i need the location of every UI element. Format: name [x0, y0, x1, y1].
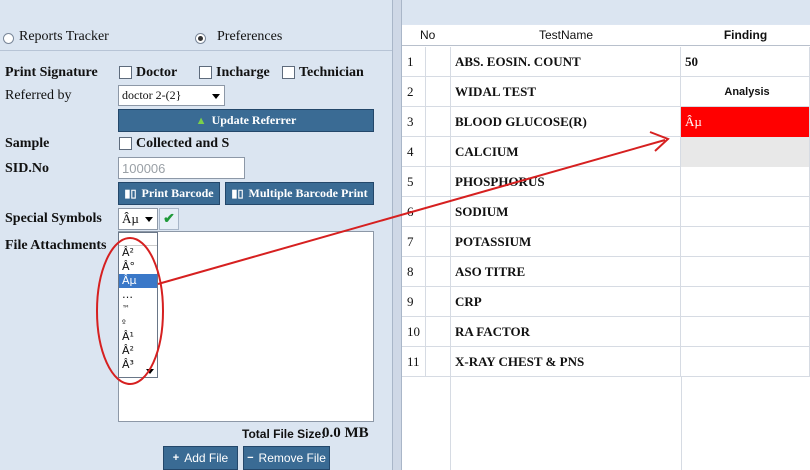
annotation-overlay: [96, 131, 670, 385]
annotation-arrow-line: [157, 139, 666, 285]
annotation-circle: [96, 237, 164, 385]
